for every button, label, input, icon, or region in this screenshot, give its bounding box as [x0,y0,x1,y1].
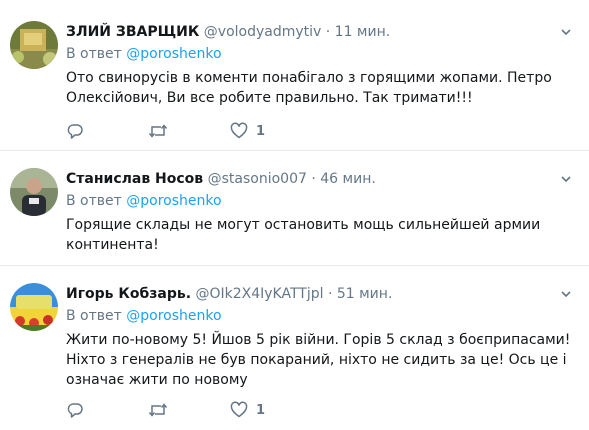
separator-dot: · [327,286,333,302]
retweet-button[interactable] [148,121,230,141]
chevron-down-icon[interactable] [561,174,571,184]
like-count: 1 [256,402,266,418]
tweet-text: Ото свинорусів в коменти понабігало з го… [66,70,552,106]
tweet-actions: 1 [66,121,265,141]
reply-prefix: В ответ [66,193,127,209]
tweet[interactable]: ЗЛИЙ ЗВАРЩИК @volodyadmytiv · 11 мин. В … [0,0,589,151]
tweet-actions: 1 [66,400,265,420]
display-name[interactable]: Игорь Кобзарь. [66,286,191,302]
reply-icon [67,124,83,139]
user-handle[interactable]: @stasonio007 [208,171,307,187]
like-icon [230,401,248,418]
reply-button[interactable] [66,400,148,420]
reply-prefix: В ответ [66,46,127,62]
like-icon [230,122,248,139]
timestamp[interactable]: 11 мин. [335,24,391,40]
reply-icon [67,403,83,418]
tweet-header: ЗЛИЙ ЗВАРЩИК @volodyadmytiv · 11 мин. [66,23,549,41]
mention-link[interactable]: @poroshenko [126,193,221,209]
tweet-text: Горящие склады не могут остановить мощь … [66,217,541,253]
user-handle[interactable]: @OIk2X4IyKATTjpl [195,286,323,302]
tweet[interactable]: Игорь Кобзарь. @OIk2X4IyKATTjpl · 51 мин… [0,266,589,430]
retweet-button[interactable] [148,400,230,420]
tweet-header: Станислав Носов @stasonio007 · 46 мин. [66,170,549,188]
reply-context: В ответ @poroshenko [66,45,222,63]
retweet-icon [148,403,168,417]
like-button[interactable]: 1 [230,121,265,141]
tweet-header: Игорь Кобзарь. @OIk2X4IyKATTjpl · 51 мин… [66,285,549,303]
chevron-down-icon[interactable] [561,289,571,299]
avatar[interactable] [10,283,58,331]
reply-context: В ответ @poroshenko [66,307,222,325]
timestamp[interactable]: 46 мин. [320,171,376,187]
reply-feed: ЗЛИЙ ЗВАРЩИК @volodyadmytiv · 11 мин. В … [0,0,589,430]
separator-dot: · [325,24,331,40]
like-count: 1 [256,123,266,139]
tweet[interactable]: Станислав Носов @stasonio007 · 46 мин. В… [0,151,589,266]
reply-context: В ответ @poroshenko [66,192,222,210]
user-handle[interactable]: @volodyadmytiv [204,24,322,40]
mention-link[interactable]: @poroshenko [126,46,221,62]
avatar[interactable] [10,168,58,216]
timestamp[interactable]: 51 мин. [337,286,393,302]
reply-prefix: В ответ [66,308,127,324]
reply-button[interactable] [66,121,148,141]
tweet-text: Жити по-новому 5! Йшов 5 рік війни. Горі… [66,332,571,388]
chevron-down-icon[interactable] [561,27,571,37]
retweet-icon [148,124,168,138]
mention-link[interactable]: @poroshenko [126,308,221,324]
display-name[interactable]: ЗЛИЙ ЗВАРЩИК [66,24,199,40]
like-button[interactable]: 1 [230,400,265,420]
avatar[interactable] [10,21,58,69]
separator-dot: · [311,171,316,187]
display-name[interactable]: Станислав Носов [66,171,203,187]
